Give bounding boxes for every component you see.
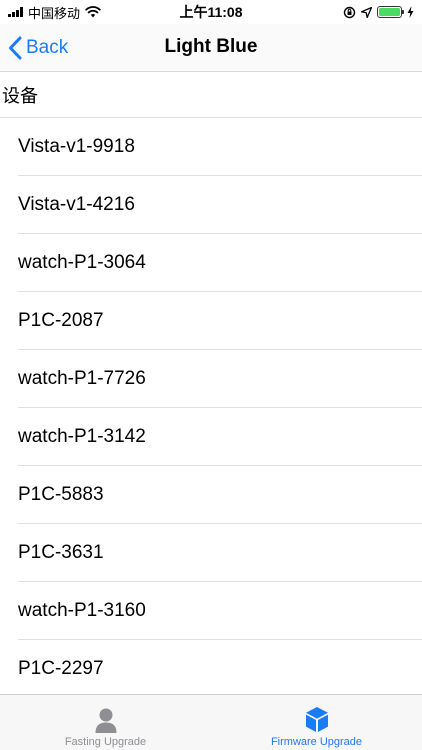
orientation-lock-icon: [343, 6, 356, 18]
device-name: P1C-2297: [18, 658, 104, 679]
device-name: Vista-v1-4216: [18, 194, 135, 215]
device-list: Vista-v1-9918 Vista-v1-4216 watch-P1-306…: [0, 118, 422, 698]
device-row[interactable]: watch-P1-7726: [0, 350, 422, 408]
wifi-icon: [85, 6, 101, 18]
navigation-bar: Back Light Blue: [0, 24, 422, 72]
tab-label: Firmware Upgrade: [270, 736, 363, 748]
signal-icon: [8, 7, 23, 17]
device-name: Vista-v1-9918: [18, 136, 135, 157]
device-row[interactable]: watch-P1-3160: [0, 582, 422, 640]
device-row[interactable]: Vista-v1-9918: [0, 118, 422, 176]
device-row[interactable]: P1C-5883: [0, 466, 422, 524]
device-name: P1C-5883: [18, 484, 104, 505]
device-name: P1C-2087: [18, 310, 104, 331]
device-name: watch-P1-7726: [18, 368, 146, 389]
device-row[interactable]: watch-P1-3064: [0, 234, 422, 292]
carrier-label: 中国移动: [28, 5, 81, 21]
device-row[interactable]: P1C-2087: [0, 292, 422, 350]
person-icon: [95, 708, 116, 733]
device-row[interactable]: P1C-2297: [0, 640, 422, 698]
charging-icon: [407, 6, 414, 18]
device-row[interactable]: P1C-3631: [0, 524, 422, 582]
location-icon: [361, 6, 372, 18]
tab-label: Fasting Upgrade: [64, 736, 147, 748]
tab-fasting-upgrade[interactable]: Fasting Upgrade: [0, 695, 211, 750]
device-name: P1C-3631: [18, 542, 104, 563]
device-row[interactable]: Vista-v1-4216: [0, 176, 422, 234]
device-row[interactable]: watch-P1-3142: [0, 408, 422, 466]
page-title: Light Blue: [164, 36, 258, 57]
device-name: watch-P1-3064: [18, 252, 146, 273]
screen: 中国移动 上午11:08 Back Light Blue 设备 Vista-v1…: [0, 0, 422, 750]
tab-bar: Fasting Upgrade Firmware Upgrade: [0, 694, 422, 750]
status-right: [343, 6, 414, 19]
battery-icon: [377, 6, 404, 18]
status-left: 中国移动: [8, 3, 101, 22]
cube-icon: [305, 707, 328, 732]
tab-firmware-upgrade[interactable]: Firmware Upgrade: [211, 695, 422, 750]
status-bar: 中国移动 上午11:08: [0, 0, 422, 24]
section-header: 设备: [0, 72, 422, 118]
device-name: watch-P1-3142: [18, 426, 146, 447]
device-name: watch-P1-3160: [18, 600, 146, 621]
